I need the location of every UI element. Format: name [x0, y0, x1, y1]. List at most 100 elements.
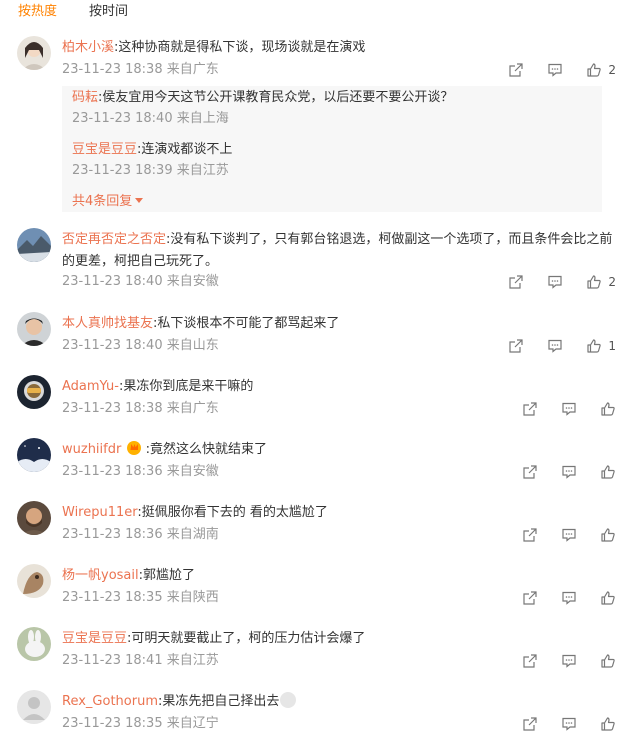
comment-item: 杨一帆yosail:郭尴尬了 23-11-23 18:35 来自陕西 [0, 564, 630, 614]
share-icon[interactable] [508, 274, 524, 290]
like-icon [601, 654, 615, 668]
like-button[interactable]: 2 [586, 62, 616, 78]
reply-item: 豆宝是豆豆:连演戏都谈不上 23-11-23 18:39 来自江苏 [72, 142, 233, 180]
like-icon [601, 465, 615, 479]
reply-text: 连演戏都谈不上 [141, 142, 233, 157]
like-icon [587, 63, 602, 77]
like-count: 2 [608, 275, 616, 289]
tab-by-hot[interactable]: 按热度 [18, 3, 57, 21]
reply-author[interactable]: 码耘 [72, 90, 98, 105]
like-button[interactable]: 1 [586, 338, 616, 354]
comment-icon[interactable] [561, 590, 577, 606]
comment-location: 来自陕西 [166, 590, 219, 605]
comment-author[interactable]: 本人真帅找基友 [62, 316, 153, 331]
comment-actions [522, 527, 616, 543]
crown-badge-icon [127, 441, 142, 455]
emoji-icon [280, 692, 297, 708]
comment-text: 竟然这么快就结束了 [150, 442, 268, 457]
comment-text: 私下谈根本不可能了都骂起来了 [157, 316, 340, 331]
comment-meta: 23-11-23 18:35 来自陕西 [62, 589, 219, 607]
reply-location: 来自江苏 [176, 163, 229, 178]
share-icon[interactable] [522, 464, 538, 480]
more-replies-link[interactable]: 共4条回复 [72, 193, 144, 211]
avatar[interactable] [17, 36, 51, 70]
reply-time: 23-11-23 18:40 [72, 111, 173, 126]
comment-text: 挺佩服你看下去的 看的太尴尬了 [141, 505, 328, 520]
comment-item: 本人真帅找基友:私下谈根本不可能了都骂起来了 23-11-23 18:40 来自… [0, 312, 630, 362]
comment-author[interactable]: 杨一帆yosail [62, 568, 139, 583]
comment-author[interactable]: 豆宝是豆豆 [62, 631, 127, 646]
comment-author[interactable]: 柏木小溪 [62, 40, 114, 55]
comment-actions: 2 [508, 62, 616, 78]
reply-box: 码耘:侯友宜用今天这节公开课教育民众党，以后还要不要公开谈？ 23-11-23 … [62, 86, 602, 212]
like-button[interactable] [600, 527, 616, 543]
comment-time: 23-11-23 18:40 [62, 274, 163, 289]
comment-author[interactable]: 否定再否定之否定 [62, 232, 166, 247]
like-button[interactable] [600, 590, 616, 606]
like-button[interactable] [600, 401, 616, 417]
comment-actions [522, 653, 616, 669]
comment-icon[interactable] [547, 338, 563, 354]
avatar[interactable] [17, 375, 51, 409]
comment-location: 来自山东 [166, 338, 219, 353]
avatar[interactable] [17, 627, 51, 661]
comment-text: 果冻先把自己择出去 [162, 694, 280, 709]
share-icon[interactable] [522, 401, 538, 417]
comment-author[interactable]: AdamYu- [62, 379, 119, 394]
comment-meta: 23-11-23 18:36 来自安徽 [62, 463, 219, 481]
share-icon[interactable] [522, 527, 538, 543]
comment-location: 来自安徽 [166, 274, 219, 289]
like-button[interactable] [600, 716, 616, 732]
reply-author[interactable]: 豆宝是豆豆 [72, 142, 137, 157]
comment-icon[interactable] [561, 464, 577, 480]
comment-location: 来自湖南 [166, 527, 219, 542]
comment-icon[interactable] [561, 401, 577, 417]
like-icon [601, 717, 615, 731]
reply-time: 23-11-23 18:39 [72, 163, 173, 178]
like-icon [587, 339, 602, 353]
tab-by-time[interactable]: 按时间 [89, 3, 128, 21]
like-icon [601, 402, 615, 416]
like-icon [601, 591, 615, 605]
comment-icon[interactable] [561, 653, 577, 669]
comment-icon[interactable] [561, 716, 577, 732]
reply-text: 侯友宜用今天这节公开课教育民众党，以后还要不要公开谈？ [102, 90, 454, 105]
comment-time: 23-11-23 18:41 [62, 653, 163, 668]
comment-text: 可明天就要截止了，柯的压力估计会爆了 [131, 631, 366, 646]
comment-actions [522, 590, 616, 606]
comment-icon[interactable] [547, 274, 563, 290]
comment-actions [522, 401, 616, 417]
like-icon [601, 528, 615, 542]
avatar[interactable] [17, 564, 51, 598]
comment-item: Rex_Gothorum:果冻先把自己择出去 23-11-23 18:35 来自… [0, 690, 630, 740]
share-icon[interactable] [508, 338, 524, 354]
share-icon[interactable] [522, 590, 538, 606]
comment-author[interactable]: wuzhiifdr [62, 442, 121, 457]
share-icon[interactable] [522, 653, 538, 669]
like-button[interactable]: 2 [586, 274, 616, 290]
like-button[interactable] [600, 464, 616, 480]
more-replies-label: 共4条回复 [72, 194, 133, 209]
comment-icon[interactable] [547, 62, 563, 78]
avatar[interactable] [17, 312, 51, 346]
reply-item: 码耘:侯友宜用今天这节公开课教育民众党，以后还要不要公开谈？ 23-11-23 … [72, 90, 454, 126]
share-icon[interactable] [508, 62, 524, 78]
comment-text: 果冻你到底是来干嘛的 [123, 379, 254, 394]
comment-author[interactable]: Wirepu11er [62, 505, 137, 520]
like-button[interactable] [600, 653, 616, 669]
comment-time: 23-11-23 18:38 [62, 401, 163, 416]
comment-actions [522, 716, 616, 732]
like-count: 2 [608, 63, 616, 77]
comment-item: 否定再否定之否定:没有私下谈判了，只有郭台铭退选，柯做副这一个选项了，而且条件会… [0, 228, 630, 298]
avatar[interactable] [17, 228, 51, 262]
comment-item: 豆宝是豆豆:可明天就要截止了，柯的压力估计会爆了 23-11-23 18:41 … [0, 627, 630, 677]
reply-meta: 23-11-23 18:39 来自江苏 [72, 162, 232, 180]
avatar[interactable] [17, 438, 51, 472]
comment-author[interactable]: Rex_Gothorum [62, 694, 158, 709]
share-icon[interactable] [522, 716, 538, 732]
avatar[interactable] [17, 690, 51, 724]
comment-icon[interactable] [561, 527, 577, 543]
comment-item: AdamYu-:果冻你到底是来干嘛的 23-11-23 18:38 来自广东 [0, 375, 630, 425]
like-icon [587, 275, 602, 289]
avatar[interactable] [17, 501, 51, 535]
